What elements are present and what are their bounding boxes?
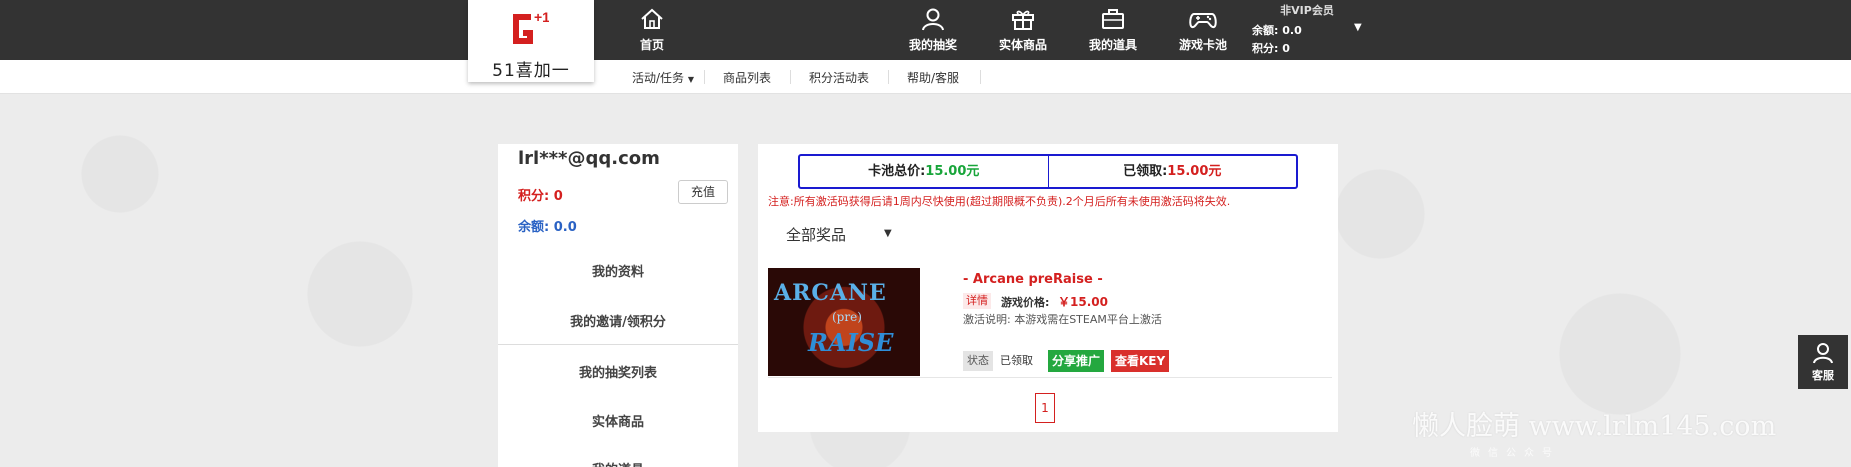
customer-service-button[interactable]: 客服 bbox=[1798, 335, 1848, 389]
nav-my-props[interactable]: 我的道具 bbox=[1085, 6, 1141, 58]
sub-navigation-bar: 活动/任务 ▼ 商品列表 积分活动表 帮助/客服 bbox=[0, 60, 1851, 94]
logo-text: 51喜加一 bbox=[492, 61, 570, 81]
subnav-products[interactable]: 商品列表 bbox=[723, 69, 771, 86]
vip-balance-value: 0.0 bbox=[1282, 24, 1302, 37]
card-pool-panel: 卡池总价:15.00元 已领取:15.00元 注意:所有激活码获得后请1周内尽快… bbox=[758, 144, 1338, 432]
vip-points: 积分: 0 bbox=[1252, 40, 1362, 58]
gift-icon bbox=[1012, 10, 1034, 30]
vip-points-label: 积分: bbox=[1252, 42, 1279, 55]
nav-cards-label: 游戏卡池 bbox=[1178, 38, 1227, 52]
game-thumbnail[interactable]: ARCANE (pre) RAISE bbox=[768, 268, 920, 376]
subnav-points-activity[interactable]: 积分活动表 bbox=[809, 69, 869, 86]
sidebar-item-profile[interactable]: 我的资料 bbox=[498, 261, 738, 280]
vip-status: 非VIP会员 余额: 0.0 积分: 0 bbox=[1252, 2, 1362, 58]
briefcase-icon bbox=[1102, 9, 1124, 29]
status-label: 状态 bbox=[963, 351, 993, 371]
divider bbox=[888, 70, 889, 84]
pool-claimed-label: 已领取: bbox=[1123, 164, 1168, 179]
user-sidebar: lrl***@qq.com 积分: 0 余额: 0.0 充值 我的资料 我的邀请… bbox=[498, 144, 738, 467]
thumb-title: ARCANE bbox=[774, 280, 887, 306]
gamepad-icon bbox=[1189, 13, 1217, 29]
divider bbox=[980, 70, 981, 84]
nav-goods-label: 实体商品 bbox=[998, 38, 1047, 52]
game-title[interactable]: - Arcane preRaise - bbox=[963, 272, 1103, 287]
nav-physical-goods[interactable]: 实体商品 bbox=[995, 6, 1051, 58]
nav-props-label: 我的道具 bbox=[1088, 38, 1137, 52]
game-price-value: ￥15.00 bbox=[1058, 295, 1108, 309]
thumb-mid: (pre) bbox=[832, 310, 862, 324]
watermark-subtext: 微信公众号 bbox=[1470, 448, 1560, 459]
pool-claimed-value: 15.00元 bbox=[1167, 164, 1222, 179]
pool-summary: 卡池总价:15.00元 已领取:15.00元 bbox=[798, 154, 1298, 189]
pool-total-value: 15.00元 bbox=[925, 164, 980, 179]
divider bbox=[768, 377, 1332, 378]
activation-notice: 注意:所有激活码获得后请1周内尽快使用(超过期限概不负责).2个月后所有未使用激… bbox=[768, 195, 1231, 208]
user-points: 积分: 0 bbox=[518, 189, 563, 204]
vip-balance: 余额: 0.0 bbox=[1252, 22, 1362, 40]
pool-total: 卡池总价:15.00元 bbox=[800, 156, 1048, 187]
site-logo[interactable]: +1 51喜加一 bbox=[468, 0, 594, 82]
home-icon bbox=[641, 8, 663, 29]
divider bbox=[790, 70, 791, 84]
vip-balance-label: 余额: bbox=[1252, 24, 1279, 37]
watermark-text: 懒人脸萌 www.lrlm145.com bbox=[1412, 411, 1777, 442]
user-email: lrl***@qq.com bbox=[518, 148, 660, 169]
divider bbox=[704, 70, 705, 84]
vip-title: 非VIP会员 bbox=[1280, 4, 1334, 17]
subnav-help[interactable]: 帮助/客服 bbox=[907, 69, 959, 86]
thumb-sub: RAISE bbox=[808, 328, 894, 357]
share-promote-button[interactable]: 分享推广 bbox=[1048, 350, 1105, 372]
user-icon bbox=[1813, 343, 1833, 364]
activation-instructions: 激活说明: 本游戏需在STEAM平台上激活 bbox=[963, 313, 1162, 326]
user-icon bbox=[922, 8, 944, 31]
detail-link[interactable]: 详情 bbox=[963, 293, 991, 309]
pagination-page-1[interactable]: 1 bbox=[1035, 393, 1055, 423]
logo-mark-icon: +1 bbox=[513, 9, 549, 44]
caret-down-icon[interactable]: ▼ bbox=[884, 228, 892, 239]
status-value: 已领取 bbox=[1000, 354, 1033, 367]
nav-home[interactable]: 首页 bbox=[630, 6, 674, 58]
pool-claimed: 已领取:15.00元 bbox=[1047, 156, 1297, 187]
svg-text:+1: +1 bbox=[534, 9, 549, 25]
service-label: 客服 bbox=[1812, 369, 1834, 382]
nav-lottery-label: 我的抽奖 bbox=[908, 38, 957, 52]
vip-points-value: 0 bbox=[1282, 42, 1290, 55]
nav-home-label: 首页 bbox=[639, 38, 664, 52]
prize-filter-select[interactable]: 全部奖品 bbox=[786, 224, 846, 245]
recharge-button[interactable]: 充值 bbox=[678, 180, 728, 204]
subnav-activity[interactable]: 活动/任务 ▼ bbox=[632, 69, 694, 86]
sidebar-item-props[interactable]: 我的道具 bbox=[498, 459, 738, 467]
nav-my-lottery[interactable]: 我的抽奖 bbox=[905, 6, 961, 58]
nav-game-card-pool[interactable]: 游戏卡池 bbox=[1175, 6, 1231, 58]
sidebar-item-lottery-list[interactable]: 我的抽奖列表 bbox=[498, 362, 738, 381]
subnav-activity-label: 活动/任务 bbox=[632, 71, 685, 85]
sidebar-item-physical-goods[interactable]: 实体商品 bbox=[498, 411, 738, 430]
divider bbox=[498, 344, 738, 345]
user-balance: 余额: 0.0 bbox=[518, 220, 577, 235]
game-price-label: 游戏价格: bbox=[1001, 296, 1050, 309]
caret-down-icon: ▼ bbox=[687, 75, 695, 84]
top-navigation-bar: 首页 我的抽奖 实体商品 我的道具 游戏卡池 非VIP会员 余额: 0.0 积分… bbox=[0, 0, 1851, 60]
pool-total-label: 卡池总价: bbox=[868, 164, 926, 179]
caret-down-icon[interactable]: ▼ bbox=[1354, 22, 1362, 33]
view-key-button[interactable]: 查看KEY bbox=[1111, 350, 1170, 372]
sidebar-item-invite[interactable]: 我的邀请/领积分 bbox=[498, 311, 738, 330]
